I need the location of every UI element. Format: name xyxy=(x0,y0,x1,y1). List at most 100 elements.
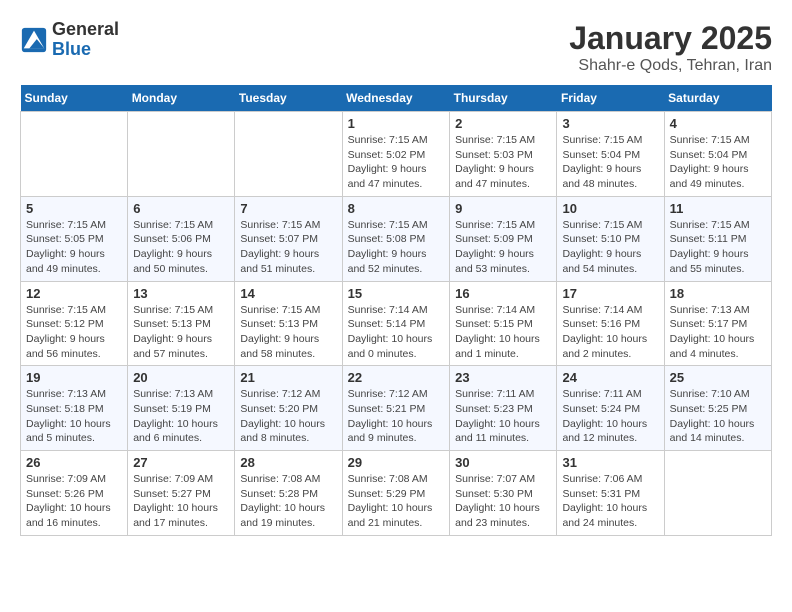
calendar-cell xyxy=(664,451,771,536)
calendar-cell: 12 Sunrise: 7:15 AM Sunset: 5:12 PM Dayli… xyxy=(21,281,128,366)
title-block: January 2025 Shahr-e Qods, Tehran, Iran xyxy=(569,20,772,75)
day-number: 4 xyxy=(670,116,766,131)
day-number: 6 xyxy=(133,201,229,216)
day-of-week-header: Friday xyxy=(557,85,664,112)
calendar-cell: 30Sunrise: 7:07 AM Sunset: 5:30 PM Dayli… xyxy=(450,451,557,536)
day-info: Sunrise: 7:13 AM Sunset: 5:19 PM Dayligh… xyxy=(133,387,229,446)
calendar-cell: 17Sunrise: 7:14 AM Sunset: 5:16 PM Dayli… xyxy=(557,281,664,366)
calendar-cell: 29Sunrise: 7:08 AM Sunset: 5:29 PM Dayli… xyxy=(342,451,450,536)
calendar-cell: 10 Sunrise: 7:15 AM Sunset: 5:10 PM Dayli… xyxy=(557,196,664,281)
day-number: 20 xyxy=(133,370,229,385)
page-header: General Blue January 2025 Shahr-e Qods, … xyxy=(20,20,772,75)
day-of-week-header: Tuesday xyxy=(235,85,342,112)
day-number: 23 xyxy=(455,370,551,385)
day-info: Sunrise: 7:10 AM Sunset: 5:25 PM Dayligh… xyxy=(670,387,766,446)
day-of-week-header: Thursday xyxy=(450,85,557,112)
calendar-cell: 3 Sunrise: 7:15 AM Sunset: 5:04 PM Daylig… xyxy=(557,112,664,197)
day-number: 12 xyxy=(26,286,122,301)
day-info: Sunrise: 7:15 AM Sunset: 5:09 PM Dayligh… xyxy=(455,218,551,277)
day-info: Sunrise: 7:15 AM Sunset: 5:03 PM Dayligh… xyxy=(455,133,551,192)
calendar-cell: 2 Sunrise: 7:15 AM Sunset: 5:03 PM Daylig… xyxy=(450,112,557,197)
day-info: Sunrise: 7:15 AM Sunset: 5:11 PM Dayligh… xyxy=(670,218,766,277)
calendar-cell: 7Sunrise: 7:15 AM Sunset: 5:07 PM Daylig… xyxy=(235,196,342,281)
calendar-cell: 20 Sunrise: 7:13 AM Sunset: 5:19 PM Dayli… xyxy=(128,366,235,451)
calendar-cell: 1 Sunrise: 7:15 AM Sunset: 5:02 PM Daylig… xyxy=(342,112,450,197)
day-info: Sunrise: 7:15 AM Sunset: 5:12 PM Dayligh… xyxy=(26,303,122,362)
month-title: January 2025 xyxy=(569,20,772,57)
day-number: 30 xyxy=(455,455,551,470)
day-number: 27 xyxy=(133,455,229,470)
logo: General Blue xyxy=(20,20,119,60)
calendar-cell: 28 Sunrise: 7:08 AM Sunset: 5:28 PM Dayli… xyxy=(235,451,342,536)
day-number: 21 xyxy=(240,370,336,385)
day-number: 11 xyxy=(670,201,766,216)
day-number: 16 xyxy=(455,286,551,301)
day-info: Sunrise: 7:15 AM Sunset: 5:06 PM Dayligh… xyxy=(133,218,229,277)
calendar-cell: 31Sunrise: 7:06 AM Sunset: 5:31 PM Dayli… xyxy=(557,451,664,536)
calendar-cell: 21 Sunrise: 7:12 AM Sunset: 5:20 PM Dayli… xyxy=(235,366,342,451)
day-number: 3 xyxy=(562,116,658,131)
day-number: 8 xyxy=(348,201,445,216)
calendar-week-row: 5Sunrise: 7:15 AM Sunset: 5:05 PM Daylig… xyxy=(21,196,772,281)
day-info: Sunrise: 7:14 AM Sunset: 5:16 PM Dayligh… xyxy=(562,303,658,362)
day-number: 31 xyxy=(562,455,658,470)
calendar-cell: 24Sunrise: 7:11 AM Sunset: 5:24 PM Dayli… xyxy=(557,366,664,451)
day-info: Sunrise: 7:15 AM Sunset: 5:13 PM Dayligh… xyxy=(240,303,336,362)
calendar-cell: 5Sunrise: 7:15 AM Sunset: 5:05 PM Daylig… xyxy=(21,196,128,281)
day-number: 26 xyxy=(26,455,122,470)
day-number: 22 xyxy=(348,370,445,385)
logo-blue-text: Blue xyxy=(52,39,91,59)
day-number: 13 xyxy=(133,286,229,301)
calendar-table: SundayMondayTuesdayWednesdayThursdayFrid… xyxy=(20,85,772,536)
calendar-cell: 25 Sunrise: 7:10 AM Sunset: 5:25 PM Dayli… xyxy=(664,366,771,451)
calendar-cell: 27 Sunrise: 7:09 AM Sunset: 5:27 PM Dayli… xyxy=(128,451,235,536)
day-of-week-header: Monday xyxy=(128,85,235,112)
calendar-cell: 13 Sunrise: 7:15 AM Sunset: 5:13 PM Dayli… xyxy=(128,281,235,366)
calendar-week-row: 26 Sunrise: 7:09 AM Sunset: 5:26 PM Dayli… xyxy=(21,451,772,536)
day-info: Sunrise: 7:13 AM Sunset: 5:18 PM Dayligh… xyxy=(26,387,122,446)
calendar-cell: 22 Sunrise: 7:12 AM Sunset: 5:21 PM Dayli… xyxy=(342,366,450,451)
day-info: Sunrise: 7:14 AM Sunset: 5:15 PM Dayligh… xyxy=(455,303,551,362)
calendar-cell xyxy=(128,112,235,197)
day-of-week-header: Saturday xyxy=(664,85,771,112)
day-info: Sunrise: 7:15 AM Sunset: 5:08 PM Dayligh… xyxy=(348,218,445,277)
day-number: 7 xyxy=(240,201,336,216)
calendar-cell: 8 Sunrise: 7:15 AM Sunset: 5:08 PM Daylig… xyxy=(342,196,450,281)
day-info: Sunrise: 7:09 AM Sunset: 5:27 PM Dayligh… xyxy=(133,472,229,531)
calendar-cell: 6 Sunrise: 7:15 AM Sunset: 5:06 PM Daylig… xyxy=(128,196,235,281)
day-info: Sunrise: 7:12 AM Sunset: 5:21 PM Dayligh… xyxy=(348,387,445,446)
day-number: 25 xyxy=(670,370,766,385)
calendar-week-row: 19 Sunrise: 7:13 AM Sunset: 5:18 PM Dayli… xyxy=(21,366,772,451)
calendar-cell: 11 Sunrise: 7:15 AM Sunset: 5:11 PM Dayli… xyxy=(664,196,771,281)
day-number: 1 xyxy=(348,116,445,131)
logo-icon xyxy=(20,26,48,54)
calendar-week-row: 1 Sunrise: 7:15 AM Sunset: 5:02 PM Daylig… xyxy=(21,112,772,197)
day-number: 28 xyxy=(240,455,336,470)
day-info: Sunrise: 7:14 AM Sunset: 5:14 PM Dayligh… xyxy=(348,303,445,362)
calendar-cell: 4 Sunrise: 7:15 AM Sunset: 5:04 PM Daylig… xyxy=(664,112,771,197)
calendar-week-row: 12 Sunrise: 7:15 AM Sunset: 5:12 PM Dayli… xyxy=(21,281,772,366)
day-info: Sunrise: 7:12 AM Sunset: 5:20 PM Dayligh… xyxy=(240,387,336,446)
calendar-cell xyxy=(21,112,128,197)
day-info: Sunrise: 7:15 AM Sunset: 5:04 PM Dayligh… xyxy=(670,133,766,192)
calendar-cell: 14 Sunrise: 7:15 AM Sunset: 5:13 PM Dayli… xyxy=(235,281,342,366)
day-info: Sunrise: 7:15 AM Sunset: 5:02 PM Dayligh… xyxy=(348,133,445,192)
day-info: Sunrise: 7:13 AM Sunset: 5:17 PM Dayligh… xyxy=(670,303,766,362)
day-number: 14 xyxy=(240,286,336,301)
day-info: Sunrise: 7:15 AM Sunset: 5:10 PM Dayligh… xyxy=(562,218,658,277)
calendar-cell xyxy=(235,112,342,197)
day-number: 19 xyxy=(26,370,122,385)
calendar-cell: 18 Sunrise: 7:13 AM Sunset: 5:17 PM Dayli… xyxy=(664,281,771,366)
day-info: Sunrise: 7:09 AM Sunset: 5:26 PM Dayligh… xyxy=(26,472,122,531)
day-info: Sunrise: 7:15 AM Sunset: 5:13 PM Dayligh… xyxy=(133,303,229,362)
day-info: Sunrise: 7:11 AM Sunset: 5:24 PM Dayligh… xyxy=(562,387,658,446)
day-info: Sunrise: 7:15 AM Sunset: 5:04 PM Dayligh… xyxy=(562,133,658,192)
day-number: 9 xyxy=(455,201,551,216)
day-info: Sunrise: 7:15 AM Sunset: 5:05 PM Dayligh… xyxy=(26,218,122,277)
day-number: 2 xyxy=(455,116,551,131)
day-number: 18 xyxy=(670,286,766,301)
day-of-week-header: Wednesday xyxy=(342,85,450,112)
day-number: 10 xyxy=(562,201,658,216)
day-info: Sunrise: 7:08 AM Sunset: 5:29 PM Dayligh… xyxy=(348,472,445,531)
day-info: Sunrise: 7:08 AM Sunset: 5:28 PM Dayligh… xyxy=(240,472,336,531)
